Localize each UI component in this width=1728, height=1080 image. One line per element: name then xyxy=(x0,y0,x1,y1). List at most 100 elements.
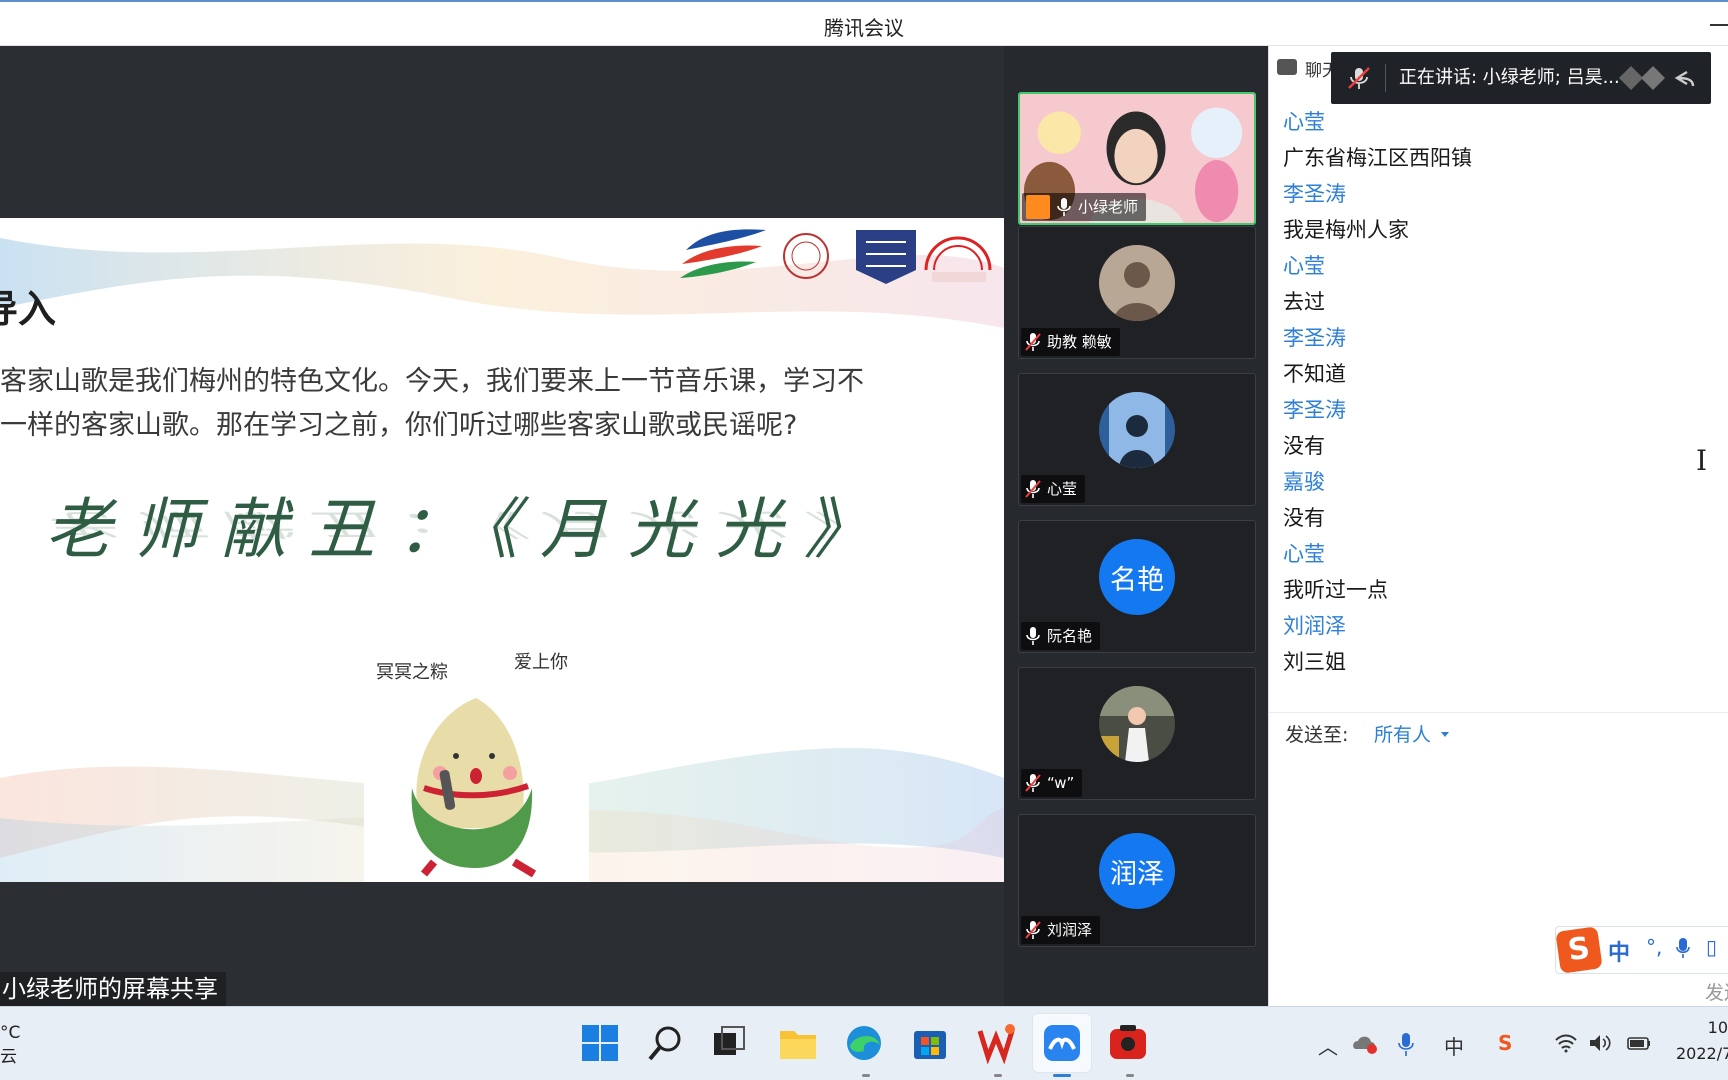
participant-avatar-initials: 润泽 xyxy=(1099,833,1175,909)
taskbar-running-indicator xyxy=(862,1074,870,1077)
send-to-recipient-dropdown[interactable]: 所有人 xyxy=(1374,713,1431,757)
chevron-down-icon[interactable] xyxy=(1441,732,1449,737)
slide-heading-text: 导入 xyxy=(0,287,57,331)
chevron-up-icon[interactable]: ︿ xyxy=(1318,1031,1338,1060)
microphone-icon xyxy=(1026,627,1040,645)
weather-temperature: °C xyxy=(0,1023,21,1043)
recorder-app-icon[interactable] xyxy=(1106,1021,1150,1065)
ime-mode-toggle[interactable]: 中 xyxy=(1608,935,1630,967)
participant-name: “w” xyxy=(1047,774,1075,792)
chat-message-sender: 心莹 xyxy=(1283,254,1325,278)
host-icon xyxy=(1026,195,1050,219)
chat-message-text: 我是梅州人家 xyxy=(1283,218,1409,242)
microphone-muted-icon xyxy=(1025,774,1041,792)
sogou-ime-icon[interactable]: S xyxy=(1498,1031,1512,1055)
participant-label: 助教 赖敏 xyxy=(1021,328,1120,356)
participant-tile[interactable]: 心莹 xyxy=(1018,373,1256,506)
speaking-indicator[interactable]: 正在讲话: 小绿老师; 吕昊... xyxy=(1331,52,1711,104)
system-clock[interactable]: 10 2022/7 xyxy=(1676,1015,1728,1067)
participant-avatar xyxy=(1099,245,1175,321)
participant-name: 心莹 xyxy=(1047,480,1078,498)
participant-gallery[interactable]: 小绿老师 助教 赖敏 心莹 名艳 阮名艳 “w” 润泽 刘润泽 xyxy=(1004,46,1268,1006)
text-cursor-icon: I xyxy=(1696,444,1708,477)
chat-message-sender: 心莹 xyxy=(1283,542,1325,566)
chat-message-sender: 刘润泽 xyxy=(1283,614,1346,638)
reply-icon[interactable] xyxy=(1609,64,1697,92)
zongzi-mascot-image: 冥冥之粽 爱上你 xyxy=(364,638,589,882)
participant-name: 阮名艳 xyxy=(1047,627,1093,645)
send-to-label: 发送至: xyxy=(1285,724,1349,746)
battery-icon[interactable] xyxy=(1626,1033,1652,1053)
speaker-icon[interactable] xyxy=(1588,1033,1612,1053)
clock-date: 2022/7 xyxy=(1676,1044,1728,1063)
chat-message-sender: 李圣涛 xyxy=(1283,326,1346,350)
send-button[interactable]: 发送 xyxy=(1705,978,1728,1005)
participant-tile[interactable]: 助教 赖敏 xyxy=(1018,226,1256,359)
window-title: 腾讯会议 xyxy=(824,16,904,40)
microsoft-store-icon[interactable] xyxy=(908,1021,952,1065)
participant-label: 刘润泽 xyxy=(1021,916,1101,944)
ime-more-icon[interactable]: ▯ xyxy=(1706,935,1717,959)
slide-paragraph: 客家山歌是我们梅州的特色文化。今天，我们要来上一节音乐课，学习不 一样的客家山歌… xyxy=(0,360,940,448)
participant-name: 助教 赖敏 xyxy=(1047,333,1112,351)
voice-input-icon[interactable] xyxy=(1676,937,1690,959)
chat-message-sender: 李圣涛 xyxy=(1283,182,1346,206)
microphone-icon[interactable] xyxy=(1398,1031,1414,1057)
weather-widget[interactable]: °C 云 xyxy=(0,1021,20,1069)
participant-label: “w” xyxy=(1021,769,1083,797)
microphone-muted-icon[interactable] xyxy=(1345,66,1373,90)
onedrive-error-icon[interactable] xyxy=(1352,1033,1378,1055)
input-method-toolbar[interactable]: S 中 °, ▯ xyxy=(1555,926,1728,974)
mascot-caption-right: 爱上你 xyxy=(514,652,568,673)
windows-taskbar: °C 云 ︿ 中 S 10 2022/7 xyxy=(0,1006,1728,1080)
participant-label: 心莹 xyxy=(1021,475,1086,503)
participant-avatar-initials: 名艳 xyxy=(1099,539,1175,615)
participant-avatar xyxy=(1099,392,1175,468)
participant-tile[interactable]: 润泽 刘润泽 xyxy=(1018,814,1256,947)
mascot-caption-left: 冥冥之粽 xyxy=(376,662,448,683)
screen-share-area: 导入 客家山歌是我们梅州的特色文化。今天，我们要来上一节音乐课，学习不 一样的客… xyxy=(0,46,1004,1006)
chat-message-sender: 嘉骏 xyxy=(1283,470,1325,494)
participant-label: 阮名艳 xyxy=(1021,622,1101,650)
microphone-muted-icon xyxy=(1025,921,1041,939)
start-menu-icon[interactable] xyxy=(578,1021,622,1065)
slide-paragraph-line-2: 一样的客家山歌。那在学习之前，你们听过哪些客家山歌或民谣呢? xyxy=(0,410,798,441)
slide-heading: 导入 xyxy=(0,278,56,333)
tencent-meeting-icon[interactable] xyxy=(1040,1021,1084,1065)
chat-icon xyxy=(1277,59,1297,75)
input-language-indicator[interactable]: 中 xyxy=(1444,1031,1464,1060)
chat-message-text: 刘三姐 xyxy=(1283,650,1346,674)
participant-tile[interactable]: “w” xyxy=(1018,667,1256,800)
sogou-logo-icon: S xyxy=(1555,926,1603,974)
weather-description: 云 xyxy=(0,1047,17,1067)
task-view-icon[interactable] xyxy=(706,1021,750,1065)
chat-message-sender: 李圣涛 xyxy=(1283,398,1346,422)
file-explorer-icon[interactable] xyxy=(776,1021,820,1065)
school-logos xyxy=(680,229,992,284)
ime-punctuation-toggle[interactable]: °, xyxy=(1646,935,1662,959)
title-bar: 腾讯会议 xyxy=(0,0,1728,46)
speaking-divider xyxy=(1385,64,1386,92)
chat-message-list[interactable]: 心莹 广东省梅江区西阳镇 李圣涛 我是梅州人家 心莹 去过 李圣涛 不知道 李圣… xyxy=(1283,104,1713,680)
minimize-button[interactable] xyxy=(1710,24,1728,26)
participant-tile[interactable]: 小绿老师 xyxy=(1018,92,1256,225)
participant-label: 小绿老师 xyxy=(1022,193,1147,221)
chat-message-text: 没有 xyxy=(1283,434,1325,458)
microphone-muted-icon xyxy=(1025,333,1041,351)
screen-share-label: 小绿老师的屏幕共享 xyxy=(0,972,226,1006)
wifi-icon[interactable] xyxy=(1554,1033,1578,1053)
search-icon[interactable] xyxy=(644,1021,688,1065)
wps-office-icon[interactable] xyxy=(974,1021,1018,1065)
chat-message-text: 去过 xyxy=(1283,290,1325,314)
speaking-text: 正在讲话: 小绿老师; 吕昊... xyxy=(1399,67,1620,88)
participant-tile[interactable]: 名艳 阮名艳 xyxy=(1018,520,1256,653)
taskbar-active-indicator xyxy=(1053,1074,1071,1077)
chat-message-text: 没有 xyxy=(1283,506,1325,530)
participant-name: 小绿老师 xyxy=(1078,198,1139,216)
chat-panel: 聊天 正在讲话: 小绿老师; 吕昊... 心莹 广东省梅江区西阳镇 李圣涛 我是… xyxy=(1268,46,1728,1006)
microphone-muted-icon xyxy=(1025,480,1041,498)
slide-callout-reflection: 老师献丑：《月光光》 xyxy=(45,506,892,542)
taskbar-running-indicator xyxy=(1126,1074,1134,1077)
edge-browser-icon[interactable] xyxy=(842,1021,886,1065)
chat-message-text: 广东省梅江区西阳镇 xyxy=(1283,146,1472,170)
